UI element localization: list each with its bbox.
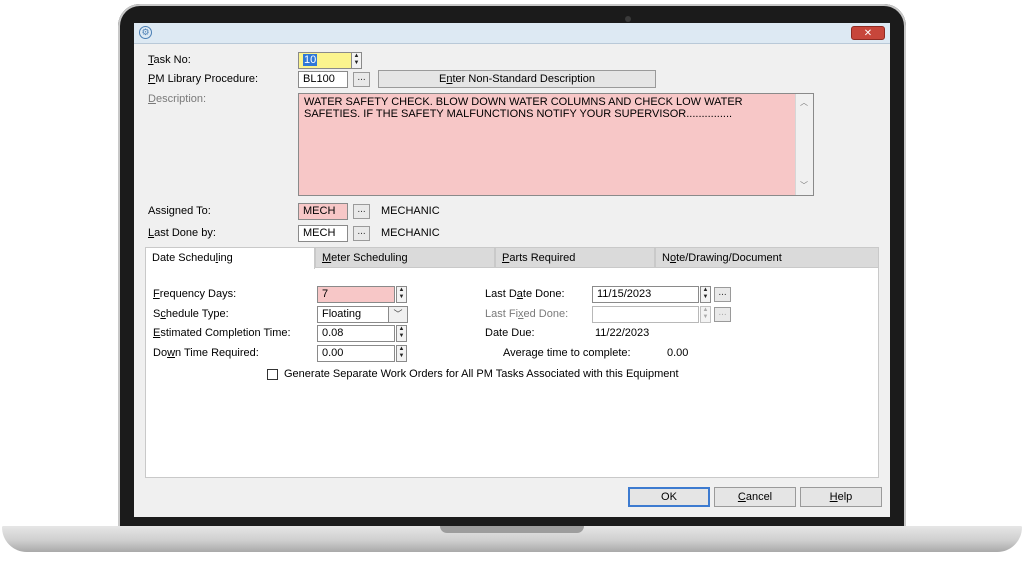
frequency-days-field[interactable]: 7 bbox=[317, 286, 395, 303]
last-fixed-done-label: Last Fixed Done: bbox=[485, 308, 569, 320]
tab-date-scheduling[interactable]: Date Scheduling bbox=[145, 247, 315, 269]
last-fixed-done-field[interactable] bbox=[592, 306, 699, 323]
last-date-done-label: Last Date Done: bbox=[485, 288, 565, 300]
task-no-label: Task No: bbox=[148, 54, 191, 66]
camera-dot bbox=[625, 16, 631, 22]
assigned-to-label: Assigned To: bbox=[148, 205, 211, 217]
generate-separate-wo-label: Generate Separate Work Orders for All PM… bbox=[284, 368, 679, 380]
non-standard-description-button[interactable]: Enter Non-Standard Description bbox=[378, 70, 656, 88]
gear-icon: ⚙ bbox=[139, 26, 152, 39]
spinner-arrows-icon[interactable]: ▲ ▼ bbox=[396, 286, 407, 303]
chevron-down-icon[interactable]: ﹀ bbox=[388, 306, 408, 323]
spinner-arrows-icon[interactable]: ▲ ▼ bbox=[396, 345, 407, 362]
cancel-button[interactable]: Cancel bbox=[714, 487, 796, 507]
pm-library-field[interactable]: BL100 bbox=[298, 71, 348, 88]
tab-note-drawing-document[interactable]: Note/Drawing/Document bbox=[655, 247, 879, 268]
spinner-arrows-icon[interactable]: ▲ ▼ bbox=[351, 52, 362, 69]
pm-library-lookup-button[interactable]: ... bbox=[353, 72, 370, 87]
schedule-type-label: Schedule Type: bbox=[153, 308, 229, 320]
task-no-field[interactable]: 10 bbox=[298, 52, 352, 69]
down-time-label: Down Time Required: bbox=[153, 347, 259, 359]
pm-task-dialog: ⚙ ✕ Task No: 10 ▲ ▼ PM Library Procedure:… bbox=[134, 23, 890, 517]
last-date-done-field[interactable]: 11/15/2023 bbox=[592, 286, 699, 303]
ok-button[interactable]: OK bbox=[628, 487, 710, 507]
date-due-value: 11/22/2023 bbox=[595, 327, 650, 339]
assigned-to-lookup-button[interactable]: ... bbox=[353, 204, 370, 219]
tab-meter-scheduling[interactable]: Meter Scheduling bbox=[315, 247, 495, 268]
schedule-type-select[interactable]: Floating bbox=[317, 306, 389, 323]
down-time-field[interactable]: 0.00 bbox=[317, 345, 395, 362]
frequency-days-label: Frequency Days: bbox=[153, 288, 237, 300]
spinner-arrows-icon[interactable]: ▲ ▼ bbox=[700, 286, 711, 303]
generate-separate-wo-checkbox[interactable] bbox=[267, 369, 278, 380]
help-button[interactable]: Help bbox=[800, 487, 882, 507]
estimated-completion-label: Estimated Completion Time: bbox=[153, 327, 291, 339]
description-text: WATER SAFETY CHECK. BLOW DOWN WATER COLU… bbox=[304, 96, 743, 120]
average-time-label: Average time to complete: bbox=[503, 347, 631, 359]
last-done-by-lookup-button[interactable]: ... bbox=[353, 226, 370, 241]
tab-strip: Date Scheduling Meter Scheduling Parts R… bbox=[145, 247, 879, 269]
tab-parts-required[interactable]: Parts Required bbox=[495, 247, 655, 268]
title-bar: ⚙ ✕ bbox=[134, 23, 890, 44]
chevron-up-icon[interactable]: ︿ bbox=[800, 97, 808, 109]
pm-library-label: PM Library Procedure: bbox=[148, 73, 259, 85]
laptop-notch bbox=[440, 526, 584, 533]
description-scrollbar[interactable]: ︿ ﹀ bbox=[795, 94, 813, 195]
close-button[interactable]: ✕ bbox=[851, 26, 885, 40]
chevron-down-icon[interactable]: ﹀ bbox=[800, 180, 808, 192]
last-fixed-done-calendar-button[interactable]: ... bbox=[714, 307, 731, 322]
last-done-by-name: MECHANIC bbox=[381, 227, 440, 239]
estimated-completion-field[interactable]: 0.08 bbox=[317, 325, 395, 342]
spinner-arrows-icon[interactable]: ▲ ▼ bbox=[700, 306, 711, 323]
last-done-by-field[interactable]: MECH bbox=[298, 225, 348, 242]
last-date-done-calendar-button[interactable]: ... bbox=[714, 287, 731, 302]
spinner-arrows-icon[interactable]: ▲ ▼ bbox=[396, 325, 407, 342]
assigned-to-field[interactable]: MECH bbox=[298, 203, 348, 220]
last-done-by-label: Last Done by: bbox=[148, 227, 216, 239]
assigned-to-name: MECHANIC bbox=[381, 205, 440, 217]
description-textarea[interactable]: WATER SAFETY CHECK. BLOW DOWN WATER COLU… bbox=[298, 93, 814, 196]
date-due-label: Date Due: bbox=[485, 327, 535, 339]
average-time-value: 0.00 bbox=[667, 347, 689, 359]
description-label: Description: bbox=[148, 93, 207, 105]
